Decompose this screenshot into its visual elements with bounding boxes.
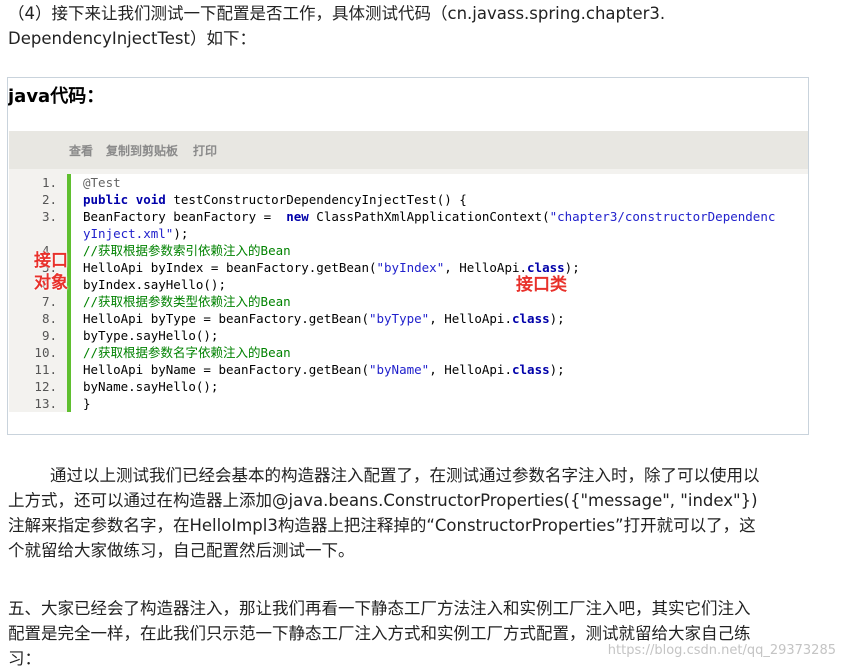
code-token: void [135, 192, 166, 207]
code-token: ); [564, 260, 580, 275]
code-line: @Test [83, 174, 121, 191]
code-token: byIndex.sayHello(); [83, 277, 226, 292]
intro-line-1: （4）接下来让我们测试一下配置是否工作，具体测试代码（cn.javass.spr… [8, 4, 666, 23]
annotation-interface-object-1: 接口 [34, 251, 68, 271]
line-number: 12. [34, 379, 57, 394]
copy-to-clipboard-link[interactable]: 复制到剪贴板 [106, 142, 178, 159]
code-token: class [512, 362, 550, 377]
code-line: byIndex.sayHello(); [83, 276, 226, 293]
line-number: 8. [41, 311, 57, 326]
code-token: "chapter3/constructorDependenc [549, 209, 776, 224]
code-token: class [527, 260, 565, 275]
code-token: BeanFactory beanFactory = [83, 209, 287, 224]
section-five-paragraph: 五、大家已经会了构造器注入，那让我们再看一下静态工厂方法注入和实例工厂注入吧，其… [8, 596, 834, 671]
annotation-interface-object-2: 对象 [34, 273, 68, 293]
code-token: , HelloApi. [444, 260, 528, 275]
line-number: 7. [41, 294, 57, 309]
code-token: "byType" [368, 311, 430, 326]
code-token: new [286, 209, 309, 224]
code-token: //获取根据参数索引依赖注入的Bean [83, 243, 291, 258]
code-token: , HelloApi. [429, 362, 512, 377]
line-number: 11. [34, 362, 57, 377]
code-token: ClassPathXmlApplicationContext( [308, 209, 550, 224]
para2-line-2: 上方式，还可以通过在构造器上添加@java.beans.ConstructorP… [8, 491, 758, 510]
code-token: HelloApi byName = beanFactory.getBean( [83, 362, 369, 377]
code-toolbar: 查看 复制到剪贴板 打印 [9, 131, 808, 169]
view-source-link[interactable]: 查看 [69, 142, 93, 159]
line-number: 3. [41, 209, 57, 224]
code-line: yInject.xml"); [83, 225, 188, 242]
line-number: 2. [41, 192, 57, 207]
code-line: HelloApi byIndex = beanFactory.getBean("… [83, 259, 580, 276]
line-number: 9. [41, 328, 57, 343]
code-line: } [83, 395, 91, 412]
code-line: HelloApi byName = beanFactory.getBean("b… [83, 361, 565, 378]
code-line: //获取根据参数索引依赖注入的Bean [83, 242, 291, 259]
para2-line-1: 通过以上测试我们已经会基本的构造器注入配置了，在测试通过参数名字注入时，除了可以… [50, 466, 760, 485]
code-line: byType.sayHello(); [83, 327, 218, 344]
code-line: byName.sayHello(); [83, 378, 218, 395]
code-token: @Test [83, 175, 121, 190]
line-number: 13. [34, 396, 57, 411]
intro-line-2: DependencyInjectTest）如下： [8, 29, 256, 48]
explanation-paragraph: 通过以上测试我们已经会基本的构造器注入配置了，在测试通过参数名字注入时，除了可以… [8, 463, 834, 563]
code-token: testConstructorDependencyInjectTest() { [165, 192, 467, 207]
code-line: //获取根据参数名字依赖注入的Bean [83, 344, 291, 361]
code-token: yInject.xml" [83, 226, 174, 241]
code-area: 1. 2. 3. 4. 5. 6. 7. 8. 9. 10. 11. 12. 13. @Test publ… [9, 174, 808, 412]
intro-paragraph: （4）接下来让我们测试一下配置是否工作，具体测试代码（cn.javass.spr… [8, 1, 834, 51]
code-token: HelloApi byIndex = beanFactory.getBean( [83, 260, 377, 275]
code-line: HelloApi byType = beanFactory.getBean("b… [83, 310, 565, 327]
print-link[interactable]: 打印 [193, 142, 217, 159]
source-watermark: https://blog.csdn.net/qq_29373285 [607, 643, 836, 658]
code-token: public [83, 192, 129, 207]
code-token: byName.sayHello(); [83, 379, 219, 394]
code-line: public void testConstructorDependencyInj… [83, 191, 467, 208]
code-token: ); [173, 226, 189, 241]
line-number: 1. [41, 175, 57, 190]
para2-line-4: 个就留给大家做练习，自己配置然后测试一下。 [8, 541, 355, 560]
code-token: "byIndex" [376, 260, 445, 275]
code-token: "byName" [368, 362, 430, 377]
code-token: } [83, 396, 91, 411]
code-block: java代码： 查看 复制到剪贴板 打印 1. 2. 3. 4. 5. 6. 7. 8. 9. 1… [7, 77, 809, 435]
para2-line-3: 注解来指定参数名字，在HelloImpl3构造器上把注释掉的“Construct… [8, 516, 756, 535]
line-number-gutter: 1. 2. 3. 4. 5. 6. 7. 8. 9. 10. 11. 12. 13. [9, 174, 65, 412]
code-token: //获取根据参数名字依赖注入的Bean [83, 345, 291, 360]
code-token: HelloApi byType = beanFactory.getBean( [83, 311, 369, 326]
code-token: //获取根据参数类型依赖注入的Bean [83, 294, 291, 309]
code-token: byType.sayHello(); [83, 328, 219, 343]
code-line: BeanFactory beanFactory = new ClassPathX… [83, 208, 775, 225]
para3-line-1: 五、大家已经会了构造器注入，那让我们再看一下静态工厂方法注入和实例工厂注入吧，其… [8, 599, 751, 618]
code-block-title: java代码： [8, 86, 105, 107]
code-token: ); [549, 311, 565, 326]
annotation-interface-class: 接口类 [516, 275, 567, 295]
code-token: , HelloApi. [429, 311, 512, 326]
code-panel: 查看 复制到剪贴板 打印 1. 2. 3. 4. 5. 6. 7. 8. 9. 10. 11. 12.… [9, 131, 808, 412]
code-line: //获取根据参数类型依赖注入的Bean [83, 293, 291, 310]
code-token: ); [549, 362, 565, 377]
line-number: 10. [34, 345, 57, 360]
code-token: class [512, 311, 550, 326]
